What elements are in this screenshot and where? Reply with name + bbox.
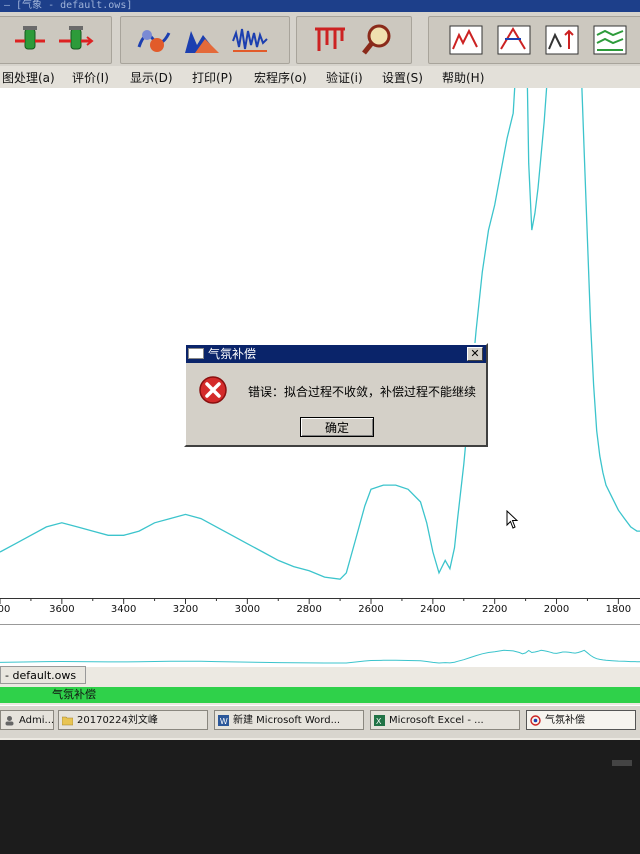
x-tick-label: 2200 — [481, 604, 508, 615]
app-icon — [530, 715, 541, 726]
dialog-title-bar[interactable]: 气氛补偿 ✕ — [186, 345, 486, 363]
taskbar: Admi... 20170224刘文峰 W 新建 Microsoft Word.… — [0, 705, 640, 738]
error-message: 错误：拟合过程不收敛，补偿过程不能继续 — [248, 385, 477, 399]
x-tick-label: 2800 — [296, 604, 322, 615]
error-dialog: 气氛补偿 ✕ 错误：拟合过程不收敛，补偿过程不能继续 确定 — [184, 343, 488, 447]
folder-icon — [62, 716, 73, 726]
menu-validate[interactable]: 验证(i) — [326, 69, 363, 86]
taskbar-item-gas-compensation[interactable]: 气氛补偿 — [526, 710, 636, 730]
flask-icon[interactable] — [11, 21, 49, 59]
svg-text:W: W — [220, 717, 228, 726]
menu-evaluate[interactable]: 评价(I) — [72, 69, 109, 86]
document-tab[interactable]: - default.ows — [0, 666, 86, 684]
menu-image-processing[interactable]: 图处理(a) — [2, 69, 55, 86]
x-tick-label: 00 — [0, 604, 11, 615]
chart-stack-icon[interactable] — [591, 21, 629, 59]
x-tick-label: 2600 — [358, 604, 384, 615]
error-icon — [199, 376, 227, 404]
overview-trace — [0, 649, 640, 664]
toolbar — [0, 12, 640, 67]
word-icon: W — [218, 715, 229, 726]
taskbar-item-admin[interactable]: Admi... — [0, 710, 54, 730]
window-icon — [188, 348, 204, 359]
overview-spectrum — [0, 649, 640, 664]
peaks-bars-icon[interactable] — [311, 21, 349, 59]
monitor-bezel — [0, 740, 640, 854]
taskbar-item-label: Microsoft Excel - ... — [389, 715, 484, 726]
taskbar-item-label: 气氛补偿 — [545, 715, 585, 726]
overview-plot[interactable] — [0, 624, 640, 667]
taskbar-item-label: 新建 Microsoft Word... — [233, 715, 341, 726]
x-tick-label: 2400 — [420, 604, 446, 615]
spectrum-peaks-icon[interactable] — [183, 21, 221, 59]
close-button[interactable]: ✕ — [467, 347, 483, 361]
excel-icon: X — [374, 715, 385, 726]
chart-arrows-icon[interactable] — [543, 21, 581, 59]
toolbar-group-2 — [120, 16, 290, 64]
menu-display[interactable]: 显示(D) — [130, 69, 173, 86]
menu-print[interactable]: 打印(P) — [192, 69, 233, 86]
taskbar-item-folder[interactable]: 20170224刘文峰 — [58, 710, 208, 730]
flask-arrow-icon[interactable] — [57, 21, 95, 59]
power-indicator — [612, 760, 632, 766]
document-tab-label: - default.ows — [5, 669, 77, 682]
svg-text:X: X — [376, 717, 382, 726]
screen: — [气象 - default.ows] 图处理(a) 评价(I) 显示(D) … — [0, 0, 640, 740]
chart-icon[interactable] — [447, 21, 485, 59]
spectrum-cloud-icon[interactable] — [135, 21, 173, 59]
taskbar-item-label: 20170224刘文峰 — [77, 715, 158, 726]
taskbar-item-label: Admi... — [19, 715, 54, 726]
menu-help[interactable]: 帮助(H) — [442, 69, 484, 86]
magnifier-icon[interactable] — [359, 21, 397, 59]
menu-macro[interactable]: 宏程序(o) — [254, 69, 307, 86]
mouse-cursor-icon — [506, 510, 519, 529]
chart-peak-icon[interactable] — [495, 21, 533, 59]
taskbar-item-excel[interactable]: X Microsoft Excel - ... — [370, 710, 520, 730]
x-tick-label: 3600 — [49, 604, 75, 615]
x-tick-label: 3400 — [110, 604, 137, 615]
status-bar: 气氛补偿 — [0, 687, 640, 703]
status-text: 气氛补偿 — [52, 688, 96, 701]
toolbar-group-4 — [428, 16, 640, 64]
x-tick-label: 3000 — [234, 604, 261, 615]
x-tick-label: 3200 — [172, 604, 199, 615]
menu-settings[interactable]: 设置(S) — [382, 69, 423, 86]
spectrum-noise-icon[interactable] — [231, 21, 269, 59]
dialog-title: 气氛补偿 — [208, 347, 257, 361]
window-title-bar: — [气象 - default.ows] — [0, 0, 640, 12]
x-tick-label: 1800 — [605, 604, 632, 615]
toolbar-group-1 — [0, 16, 112, 64]
spectrum-trace — [0, 0, 640, 580]
x-axis: 00 3600 3400 3200 3000 2800 2600 2400 22… — [0, 598, 640, 624]
x-tick-label: 2000 — [543, 604, 570, 615]
ok-button[interactable]: 确定 — [300, 417, 374, 437]
user-icon — [5, 716, 14, 726]
toolbar-group-3 — [296, 16, 412, 64]
window-title: — [气象 - default.ows] — [4, 0, 133, 11]
taskbar-item-word[interactable]: W 新建 Microsoft Word... — [214, 710, 364, 730]
menu-bar: 图处理(a) 评价(I) 显示(D) 打印(P) 宏程序(o) 验证(i) 设置… — [0, 66, 640, 89]
